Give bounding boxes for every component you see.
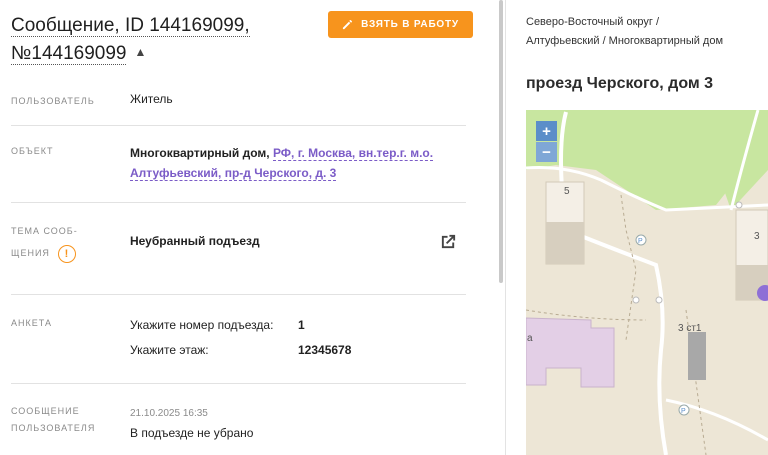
take-to-work-label: ВЗЯТЬ В РАБОТУ bbox=[361, 19, 459, 30]
topic-label-line1: ТЕМА СООБ- bbox=[11, 226, 78, 236]
message-panel: Сообщение, ID 144169099, №144169099 ▲ ВЗЯ… bbox=[0, 0, 498, 455]
take-to-work-button[interactable]: ВЗЯТЬ В РАБОТУ bbox=[328, 11, 473, 38]
message-title: Сообщение, ID 144169099, №144169099 ▲ bbox=[11, 12, 311, 67]
divider bbox=[11, 383, 466, 384]
building-3-label: 3 bbox=[754, 231, 760, 242]
topic-label-line2: ЩЕНИЯ bbox=[11, 248, 50, 258]
object-value: Многоквартирный дом, РФ, г. Москва, вн.т… bbox=[130, 143, 450, 183]
map[interactable]: 5 3 3 ст1 а P P + − bbox=[526, 110, 768, 455]
parking-label: P bbox=[681, 408, 686, 415]
message-title-prefix: Сообщение, ID 144169099, bbox=[11, 15, 250, 37]
pencil-icon bbox=[342, 19, 353, 30]
survey-question: Укажите номер подъезда: bbox=[130, 318, 274, 332]
topic-value: Неубранный подъезд bbox=[130, 234, 260, 248]
building-3-st1[interactable] bbox=[688, 332, 706, 380]
divider bbox=[11, 125, 466, 126]
breadcrumb-line2: Алтуфьевский / Многоквартирный дом bbox=[526, 35, 724, 47]
topic-row: ТЕМА СООБ- ЩЕНИЯ! Неубранный подъезд bbox=[11, 220, 466, 270]
divider bbox=[11, 294, 466, 295]
chevron-up-icon[interactable]: ▲ bbox=[134, 39, 146, 66]
building-3-st1-label: 3 ст1 bbox=[678, 323, 702, 334]
address-title: проезд Черского, дом 3 bbox=[526, 75, 714, 92]
map-canvas[interactable]: 5 3 3 ст1 а P P bbox=[526, 110, 768, 455]
school-building[interactable] bbox=[526, 317, 615, 388]
object-type: Многоквартирный дом, bbox=[130, 146, 270, 160]
map-dot bbox=[735, 201, 743, 209]
survey-table: Укажите номер подъезда: 1 Укажите этаж: … bbox=[130, 317, 351, 367]
survey-row: АНКЕТА Укажите номер подъезда: 1 Укажите… bbox=[11, 313, 466, 373]
location-panel: Северо-Восточный округ / Алтуфьевский / … bbox=[506, 0, 768, 455]
survey-label: АНКЕТА bbox=[11, 318, 52, 328]
user-value: Житель bbox=[130, 92, 173, 106]
building-5-shadow bbox=[546, 222, 584, 264]
building-5-label: 5 bbox=[564, 186, 570, 197]
breadcrumb-line1: Северо-Восточный округ / bbox=[526, 16, 660, 28]
user-message-label-line1: СООБЩЕНИЕ bbox=[11, 406, 80, 416]
map-dot bbox=[655, 296, 663, 304]
external-link-icon[interactable] bbox=[440, 233, 457, 250]
map-dot bbox=[632, 296, 640, 304]
user-row: ПОЛЬЗОВАТЕЛЬ Житель bbox=[11, 90, 466, 110]
survey-question: Укажите этаж: bbox=[130, 343, 209, 357]
survey-item: Укажите номер подъезда: 1 bbox=[130, 317, 351, 342]
survey-answer: 12345678 bbox=[298, 343, 352, 357]
message-title-number: №144169099 bbox=[11, 43, 127, 65]
object-row: ОБЪЕКТ Многоквартирный дом, РФ, г. Москв… bbox=[11, 140, 466, 185]
parking-label: P bbox=[638, 238, 643, 245]
scrollbar[interactable] bbox=[499, 0, 503, 283]
user-message-row: СООБЩЕНИЕ ПОЛЬЗОВАТЕЛЯ 21.10.2025 16:35 … bbox=[11, 402, 466, 452]
divider bbox=[11, 202, 466, 203]
user-message-label: СООБЩЕНИЕ ПОЛЬЗОВАТЕЛЯ bbox=[11, 403, 121, 437]
message-date: 21.10.2025 16:35 bbox=[130, 408, 208, 419]
survey-item: Укажите этаж: 12345678 bbox=[130, 342, 351, 367]
message-text: В подъезде не убрано bbox=[130, 426, 254, 440]
school-building-label: а bbox=[527, 333, 533, 344]
zoom-in-button[interactable]: + bbox=[536, 121, 557, 141]
object-label: ОБЪЕКТ bbox=[11, 146, 54, 156]
user-label: ПОЛЬЗОВАТЕЛЬ bbox=[11, 96, 95, 106]
zoom-controls: + − bbox=[536, 121, 557, 162]
survey-answer: 1 bbox=[298, 318, 305, 332]
zoom-out-button[interactable]: − bbox=[536, 142, 557, 162]
footpath bbox=[620, 194, 637, 341]
topic-label: ТЕМА СООБ- ЩЕНИЯ! bbox=[11, 220, 116, 264]
warning-icon: ! bbox=[57, 244, 76, 263]
breadcrumb: Северо-Восточный округ / Алтуфьевский / … bbox=[526, 13, 766, 51]
user-message-label-line2: ПОЛЬЗОВАТЕЛЯ bbox=[11, 423, 96, 433]
